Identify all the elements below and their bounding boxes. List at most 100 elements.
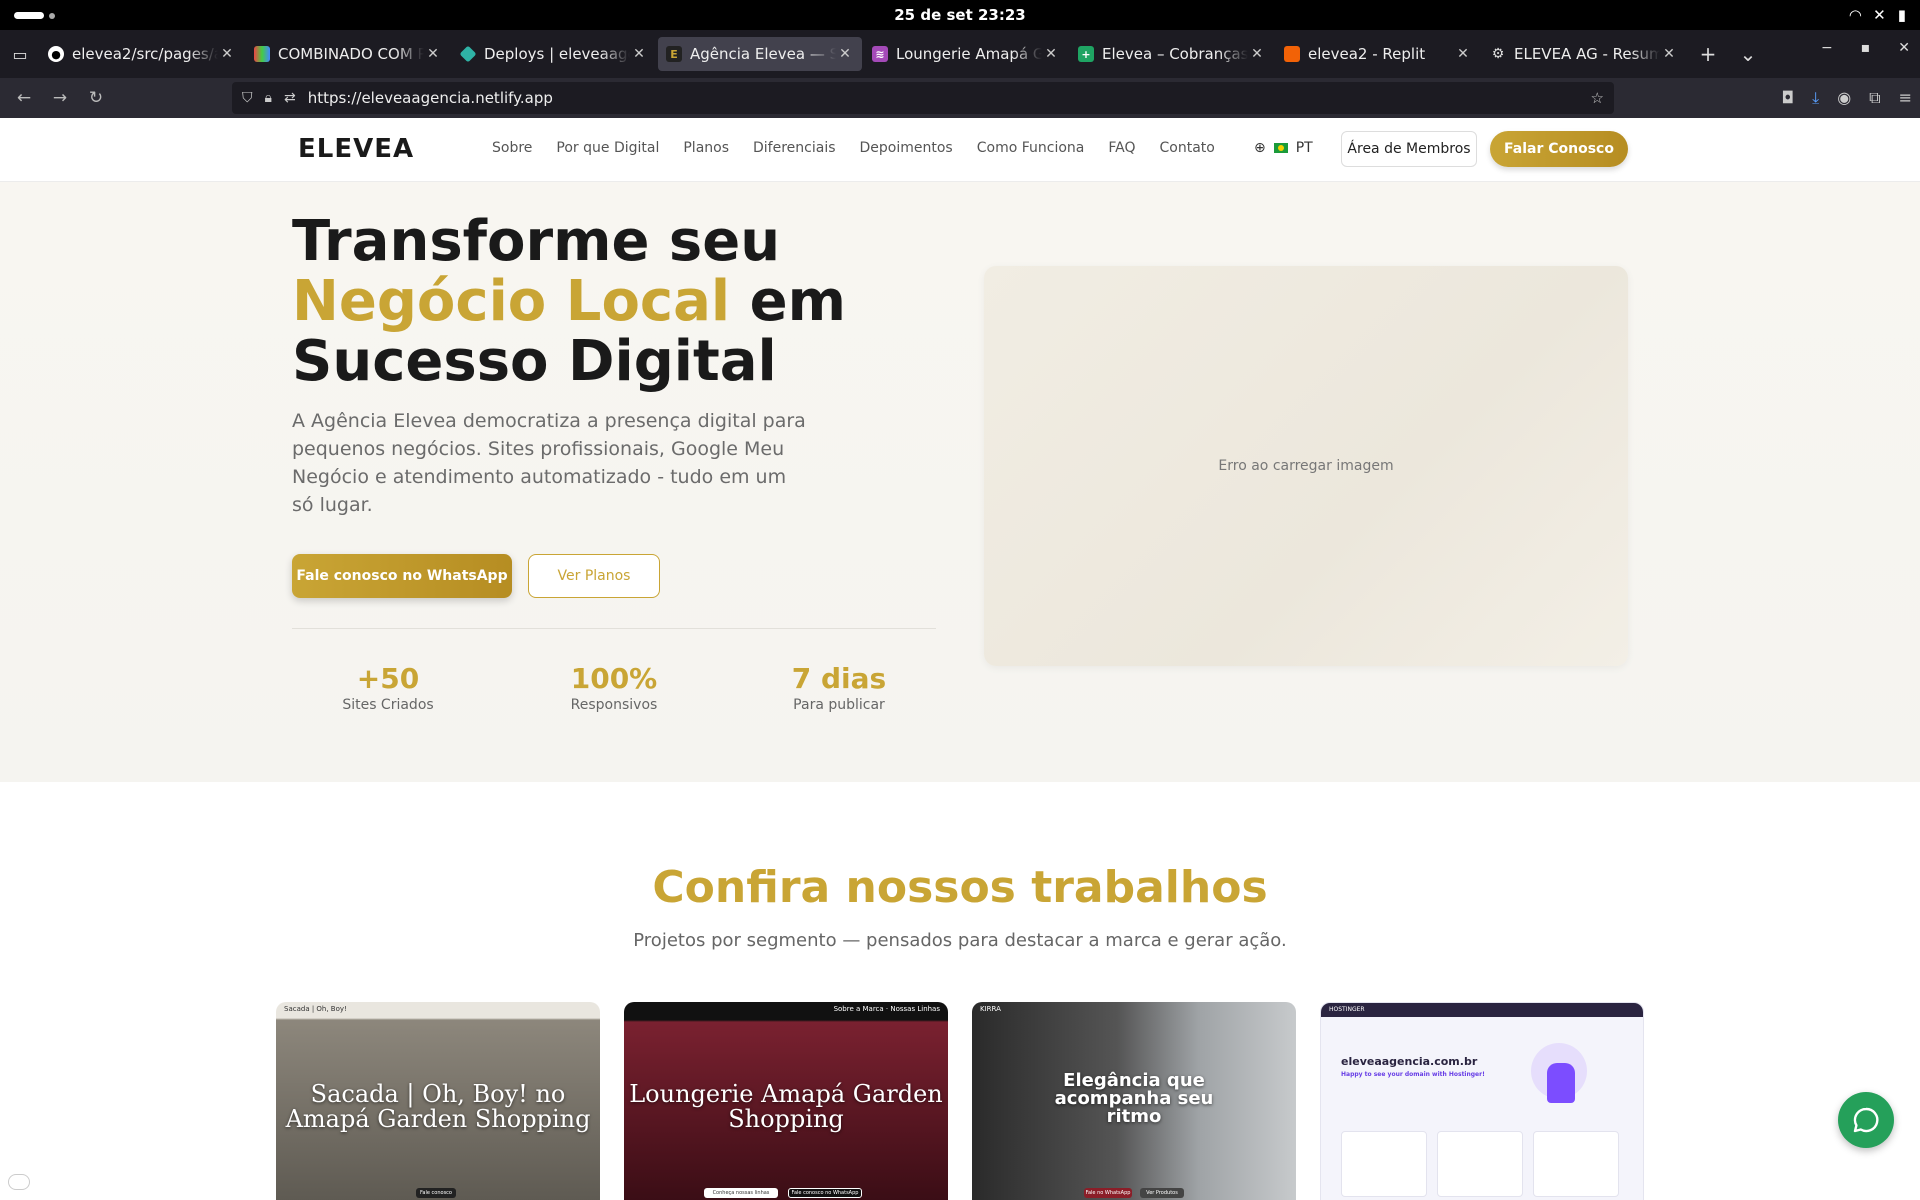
tab[interactable]: ≋ Loungerie Amapá Garden✕ <box>864 37 1068 71</box>
github-icon: ● <box>48 46 64 62</box>
menu-icon[interactable]: ≡ <box>1899 88 1912 108</box>
view-plans-button[interactable]: Ver Planos <box>528 554 660 598</box>
permissions-icon[interactable]: ⇄ <box>284 90 296 106</box>
tab-title: COMBINADO COM PLANO <box>278 45 424 63</box>
info-card <box>1341 1131 1427 1197</box>
tab[interactable]: + Elevea – Cobranças - Planilhas✕ <box>1070 37 1274 71</box>
minimize-icon[interactable]: − <box>1821 40 1833 56</box>
menu-item-contato[interactable]: Contato <box>1160 140 1215 156</box>
tab[interactable]: ● elevea2/src/pages/auth✕ <box>40 37 244 71</box>
system-bar: 25 de set 23:23 ◠ ✕ ▮ <box>0 0 1920 30</box>
pocket-icon[interactable]: ◘ <box>1781 88 1794 108</box>
tab[interactable]: ⚙ ELEVEA AG - Resumo do✕ <box>1482 37 1686 71</box>
chat-bubble-icon <box>1853 1107 1879 1133</box>
close-icon[interactable]: ✕ <box>630 46 648 62</box>
stat-label: Responsivos <box>570 697 658 713</box>
toolbar-icons: ◘ ⤓ ◉ ⧉ ≡ <box>1781 88 1912 108</box>
new-tab-icon[interactable]: + <box>1688 42 1728 66</box>
whatsapp-button[interactable]: Fale conosco no WhatsApp <box>292 554 512 598</box>
menu-item-faq[interactable]: FAQ <box>1108 140 1135 156</box>
card-nav: Sacada | Oh, Boy! <box>284 1005 347 1013</box>
close-icon[interactable]: ✕ <box>1042 46 1060 62</box>
info-card <box>1533 1131 1619 1197</box>
menu-item-por-que-digital[interactable]: Por que Digital <box>556 140 659 156</box>
battery-icon: ▮ <box>1897 6 1906 24</box>
tab-title: Elevea – Cobranças - Planilhas <box>1102 45 1248 63</box>
menu-item-planos[interactable]: Planos <box>683 140 729 156</box>
url-text[interactable]: https://eleveaagencia.netlify.app <box>308 89 553 107</box>
menu-item-diferenciais[interactable]: Diferenciais <box>753 140 836 156</box>
page-content: ELEVEA Sobre Por que Digital Planos Dife… <box>0 118 1920 1200</box>
hero-title: Transforme seu Negócio Local em Sucesso … <box>292 212 852 392</box>
sidebar-toggle-icon[interactable] <box>8 1174 30 1190</box>
url-bar[interactable]: ⛉ 🔒︎ ⇄ https://eleveaagencia.netlify.app… <box>232 82 1614 114</box>
card-nav: HOSTINGER <box>1321 1003 1643 1017</box>
portfolio-card[interactable]: Sacada | Oh, Boy! Sacada | Oh, Boy! no A… <box>276 1002 600 1200</box>
tab-bar: ▭ ●elevea2/src/pages/auth✕ COMBINADO COM… <box>0 30 1920 78</box>
card-button: Conheça nossas linhas <box>704 1188 778 1198</box>
tab-list-icon[interactable]: ▭ <box>0 45 40 64</box>
forward-icon[interactable]: → <box>42 88 78 108</box>
portfolio-card[interactable]: KIRRA Elegância que acompanha seu ritmo … <box>972 1002 1296 1200</box>
maximize-icon[interactable]: ▪ <box>1861 40 1871 56</box>
chevron-down-icon[interactable]: ⌄ <box>1728 42 1768 66</box>
menu-item-depoimentos[interactable]: Depoimentos <box>860 140 953 156</box>
lovable-icon: ≋ <box>872 46 888 62</box>
close-icon[interactable]: ✕ <box>1660 46 1678 62</box>
tab-title: elevea2 - Replit <box>1308 45 1426 63</box>
card-nav: KIRRA <box>980 1005 1001 1013</box>
site-logo[interactable]: ELEVEA <box>298 134 414 164</box>
back-icon[interactable]: ← <box>6 88 42 108</box>
chat-button[interactable] <box>1838 1092 1894 1148</box>
language-code: PT <box>1295 140 1313 156</box>
close-icon[interactable]: ✕ <box>836 46 854 62</box>
bookmark-star-icon[interactable]: ☆ <box>1591 89 1604 107</box>
navigation-bar: ← → ↻ ⛉ 🔒︎ ⇄ https://eleveaagencia.netli… <box>0 78 1920 118</box>
hero-title-highlight: Negócio Local <box>292 269 731 334</box>
divider <box>292 628 936 629</box>
tab[interactable]: COMBINADO COM PLANO✕ <box>246 37 450 71</box>
portfolio-card[interactable]: Sobre a Marca · Nossas Linhas Loungerie … <box>624 1002 948 1200</box>
stat-label: Para publicar <box>793 697 885 713</box>
extensions-icon[interactable]: ⧉ <box>1869 88 1880 108</box>
close-icon[interactable]: ✕ <box>1454 46 1472 62</box>
menu-item-sobre[interactable]: Sobre <box>492 140 532 156</box>
lock-icon[interactable]: 🔒︎ <box>265 90 272 106</box>
menu-item-como-funciona[interactable]: Como Funciona <box>977 140 1085 156</box>
hero-title-line3: Sucesso Digital <box>292 329 777 394</box>
globe-icon: ⊕ <box>1254 140 1266 156</box>
portfolio-card[interactable]: HOSTINGER eleveaagencia.com.br Happy to … <box>1320 1002 1644 1200</box>
works-title: Confira nossos trabalhos <box>652 862 1268 913</box>
download-icon[interactable]: ⤓ <box>1812 88 1819 108</box>
elevea-icon: E <box>666 46 682 62</box>
close-icon[interactable]: ✕ <box>424 46 442 62</box>
tab-title: Deploys | eleveaagencia <box>484 45 630 63</box>
stat-sites: +50 Sites Criados <box>308 662 468 713</box>
tab[interactable]: elevea2 - Replit ✕ <box>1276 37 1480 71</box>
close-window-icon[interactable]: ✕ <box>1898 40 1910 56</box>
card-caption: eleveaagencia.com.br <box>1341 1055 1478 1068</box>
members-area-button[interactable]: Área de Membros <box>1341 131 1477 167</box>
reload-icon[interactable]: ↻ <box>78 88 114 108</box>
card-subcaption: Happy to see your domain with Hostinger! <box>1341 1071 1485 1078</box>
system-tray[interactable]: ◠ ✕ ▮ <box>1850 6 1906 24</box>
shield-icon[interactable]: ⛉ <box>242 90 253 106</box>
activities-indicator[interactable] <box>14 12 44 19</box>
main-menu: Sobre Por que Digital Planos Diferenciai… <box>492 140 1215 156</box>
close-icon[interactable]: ✕ <box>1248 46 1266 62</box>
openai-icon: ⚙ <box>1491 46 1505 62</box>
stat-days: 7 dias Para publicar <box>759 662 919 713</box>
tab-active[interactable]: E Agência Elevea — Sites✕ <box>658 37 862 71</box>
wifi-icon: ◠ <box>1849 6 1862 24</box>
close-icon[interactable]: ✕ <box>218 46 236 62</box>
hero-title-line1: Transforme seu <box>292 209 781 274</box>
hero-image-placeholder: Erro ao carregar imagem <box>984 266 1628 666</box>
window-controls: − ▪ ✕ <box>1821 40 1910 56</box>
contact-us-button[interactable]: Falar Conosco <box>1490 131 1628 167</box>
works-subtitle: Projetos por segmento — pensados para de… <box>633 930 1287 951</box>
clock[interactable]: 25 de set 23:23 <box>894 6 1025 24</box>
account-icon[interactable]: ◉ <box>1837 88 1851 108</box>
language-selector[interactable]: ⊕ PT <box>1254 140 1313 156</box>
stat-label: Sites Criados <box>342 697 434 713</box>
tab[interactable]: Deploys | eleveaagencia✕ <box>452 37 656 71</box>
